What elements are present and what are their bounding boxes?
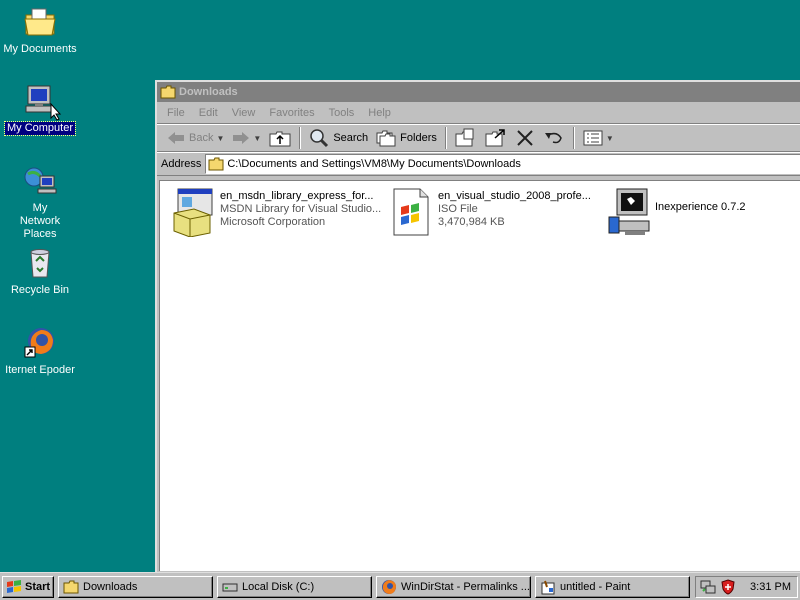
menu-edit[interactable]: Edit [193,107,224,119]
desktop-icon-label: My Documents [3,43,77,55]
desktop-icon-label: Recycle Bin [10,284,70,296]
search-button[interactable]: Search [305,126,372,150]
menu-tools[interactable]: Tools [323,107,361,119]
system-tray: 3:31 PM [695,576,798,598]
menu-bar: File Edit View Favorites Tools Help [157,102,800,124]
forward-button[interactable]: ▼ [228,126,265,150]
taskbar: Start Downloads Local Disk (C:) WinDirSt… [0,572,800,600]
folders-button[interactable]: Folders [372,126,441,150]
delete-x-icon [517,130,533,146]
toolbar-separator [572,127,575,149]
move-to-icon [455,128,474,147]
file-type: ISO File [438,203,478,215]
taskbar-button-label: untitled - Paint [560,580,631,593]
file-name: en_visual_studio_2008_profe... [438,190,591,202]
back-button[interactable]: Back ▼ [163,126,228,150]
address-bar: Address C:\Documents and Settings\VM8\My… [157,152,800,176]
security-shield-icon[interactable] [720,579,736,595]
folder-icon [208,157,224,171]
window-title: Downloads [179,86,238,98]
menu-view[interactable]: View [226,107,262,119]
desktop-icon-label: My Network Places [19,202,61,240]
file-name: Inexperience 0.7.2 [655,201,746,213]
desktop-icon-recycle-bin[interactable]: Recycle Bin [0,246,80,297]
back-arrow-icon [168,132,184,144]
copy-to-icon [485,129,505,147]
delete-button[interactable] [511,126,539,150]
file-item[interactable]: en_msdn_library_express_for... MSDN Libr… [170,187,381,237]
firefox-shortcut-icon [23,326,57,360]
desktop-icon-label: Iternet Epoder [5,364,75,376]
desktop-icon-network-places[interactable]: My Network Places [0,164,80,241]
clock[interactable]: 3:31 PM [750,581,791,593]
standard-toolbar: Back ▼ ▼ Search Folders ▼ [157,124,800,152]
search-icon [310,129,329,148]
taskbar-button-local-disk[interactable]: Local Disk (C:) [217,575,372,598]
chevron-down-icon[interactable]: ▼ [606,134,614,143]
taskbar-button-downloads[interactable]: Downloads [58,575,213,598]
forward-arrow-icon [233,132,250,144]
iso-file-icon [393,188,429,236]
up-folder-button[interactable] [265,126,295,150]
drive-icon [222,583,238,591]
address-label: Address [161,158,202,170]
toolbar-separator [299,127,302,149]
views-button[interactable]: ▼ [579,126,618,150]
file-company: Microsoft Corporation [220,216,326,228]
folders-icon [376,130,396,147]
undo-button[interactable] [539,126,569,150]
back-label: Back [189,132,214,144]
undo-icon [544,132,562,144]
file-name: en_msdn_library_express_for... [220,190,374,202]
views-icon [583,130,603,146]
recycle-bin-icon [23,246,57,280]
copy-to-button[interactable] [481,126,511,150]
setup-computer-icon [608,188,650,235]
network-tray-icon[interactable] [700,579,716,595]
folder-icon [63,580,79,593]
paint-icon [541,580,555,594]
network-places-icon [23,164,57,198]
desktop-icon-label: My Computer [3,121,77,136]
menu-file[interactable]: File [161,107,191,119]
window-titlebar[interactable]: Downloads [157,82,800,102]
chevron-down-icon[interactable]: ▼ [216,134,224,143]
folder-icon [160,85,176,99]
file-item[interactable]: en_visual_studio_2008_profe... ISO File … [388,187,591,237]
taskbar-button-label: Downloads [83,580,138,593]
up-folder-icon [269,131,291,147]
mouse-pointer-icon [50,103,62,121]
firefox-icon [382,579,396,594]
installer-package-icon [173,188,213,237]
menu-help[interactable]: Help [362,107,397,119]
start-button[interactable]: Start [2,575,54,598]
start-label: Start [25,580,51,593]
windows-logo-icon [7,579,21,593]
file-size: 3,470,984 KB [438,216,505,228]
address-field[interactable]: C:\Documents and Settings\VM8\My Documen… [205,154,800,174]
taskbar-button-label: Local Disk (C:) [242,580,315,593]
folders-label: Folders [400,132,437,144]
taskbar-button-windirstat[interactable]: WinDirStat - Permalinks ... [376,575,531,598]
search-label: Search [333,132,369,144]
desktop-icon-firefox-shortcut[interactable]: Iternet Epoder [0,326,80,377]
chevron-down-icon[interactable]: ▼ [253,134,261,143]
address-value: C:\Documents and Settings\VM8\My Documen… [227,158,521,170]
my-documents-folder-icon [23,5,57,39]
taskbar-button-paint[interactable]: untitled - Paint [535,575,690,598]
move-to-button[interactable] [451,126,481,150]
desktop-icon-my-documents[interactable]: My Documents [0,5,80,56]
taskbar-button-label: WinDirStat - Permalinks ... [401,580,530,593]
file-description: MSDN Library for Visual Studio... [220,203,382,215]
folder-contents[interactable]: en_msdn_library_express_for... MSDN Libr… [159,180,800,571]
desktop-icon-my-computer[interactable]: My Computer [0,84,80,136]
menu-favorites[interactable]: Favorites [263,107,320,119]
explorer-window[interactable]: Downloads File Edit View Favorites Tools… [155,80,800,575]
toolbar-separator [444,127,447,149]
file-item[interactable]: Inexperience 0.7.2 [605,187,746,237]
